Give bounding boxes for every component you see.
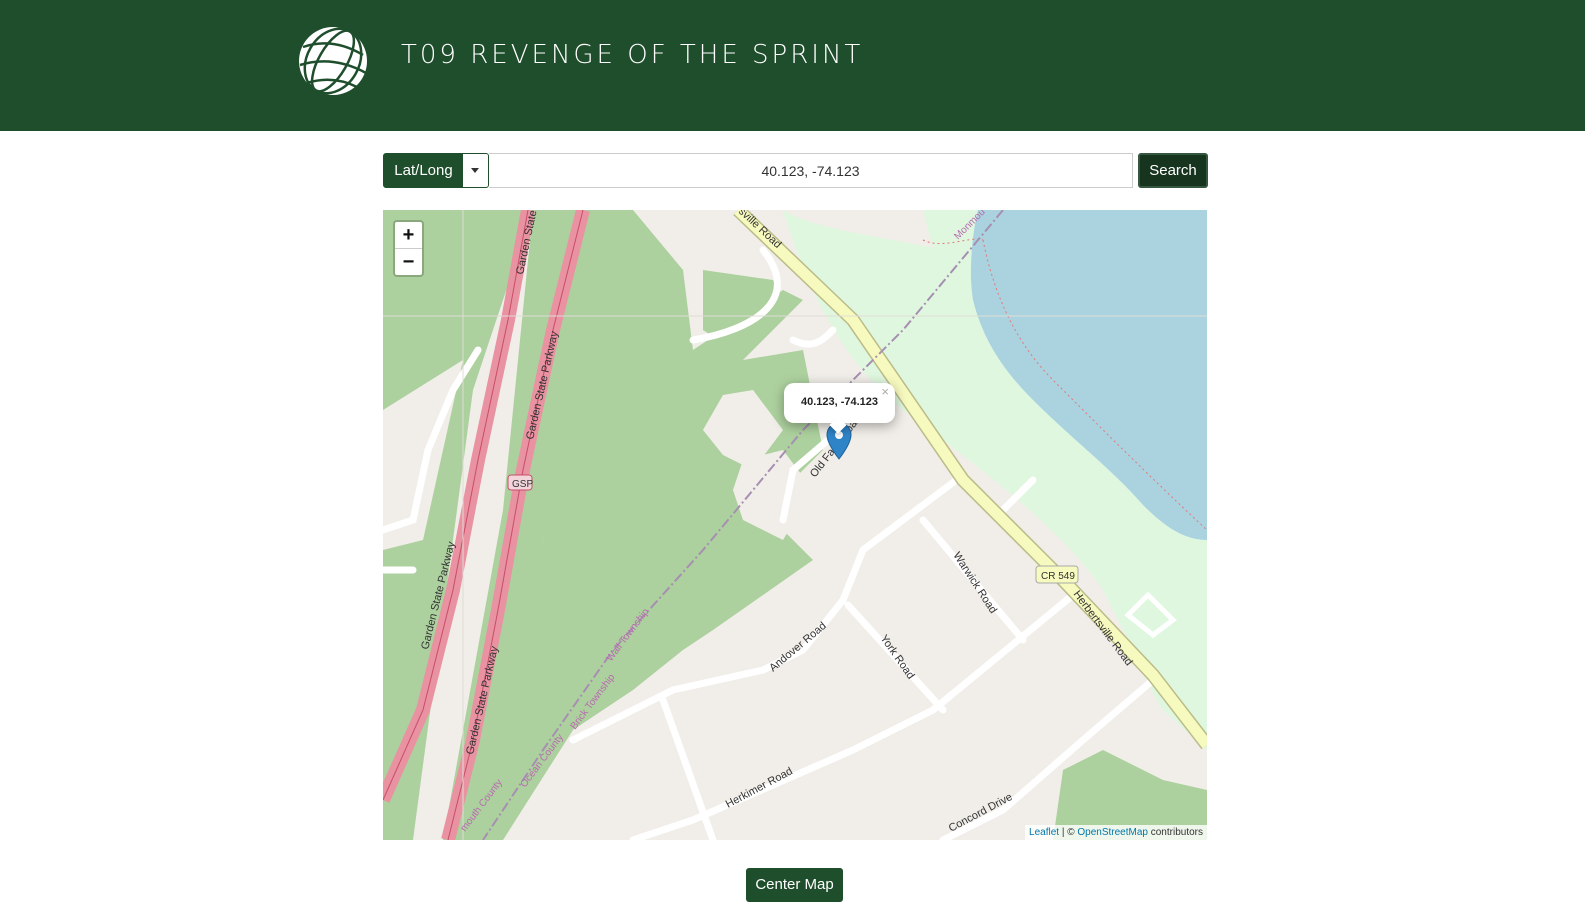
map-label-gsp-shield: GSP xyxy=(512,479,533,490)
openstreetmap-link[interactable]: OpenStreetMap xyxy=(1077,827,1148,838)
map-label-herkimer-road: Herkimer Road xyxy=(724,765,795,810)
map-popup: 40.123, -74.123 × xyxy=(784,383,895,434)
site-header: T09 REVENGE OF THE SPRINT xyxy=(0,0,1585,131)
map-view[interactable]: Garden State P Garden State Parkway Gard… xyxy=(383,210,1207,840)
map-label-cr549: CR 549 xyxy=(1041,571,1075,582)
attribution-separator: | © xyxy=(1059,827,1078,838)
leaflet-link[interactable]: Leaflet xyxy=(1029,827,1059,838)
map-label-warwick-road: Warwick Road xyxy=(950,550,998,616)
zoom-in-button[interactable]: + xyxy=(395,222,422,249)
center-map-button[interactable]: Center Map xyxy=(746,868,843,902)
zoom-out-button[interactable]: − xyxy=(395,249,422,275)
attribution-suffix: contributors xyxy=(1147,827,1203,838)
popup-text: 40.123, -74.123 xyxy=(800,396,879,408)
map-label-andover-road: Andover Road xyxy=(767,620,829,674)
map-label-sville-road: sville Road xyxy=(736,210,784,251)
search-button[interactable]: Search xyxy=(1138,153,1208,188)
search-type-button[interactable]: Lat/Long xyxy=(383,153,464,188)
zoom-control: + − xyxy=(393,220,424,277)
search-bar: Lat/Long Search xyxy=(383,153,1208,188)
globe-icon[interactable] xyxy=(297,25,369,97)
coordinate-search-input[interactable] xyxy=(489,153,1133,188)
map-attribution: Leaflet | © OpenStreetMap contributors xyxy=(1025,825,1207,840)
site-title: T09 REVENGE OF THE SPRINT xyxy=(401,40,864,70)
popup-close-icon[interactable]: × xyxy=(881,384,889,399)
search-type-dropdown-toggle[interactable] xyxy=(462,153,489,188)
map-label-york-road: York Road xyxy=(878,633,917,682)
map-tiles[interactable]: Garden State P Garden State Parkway Gard… xyxy=(383,210,1207,840)
